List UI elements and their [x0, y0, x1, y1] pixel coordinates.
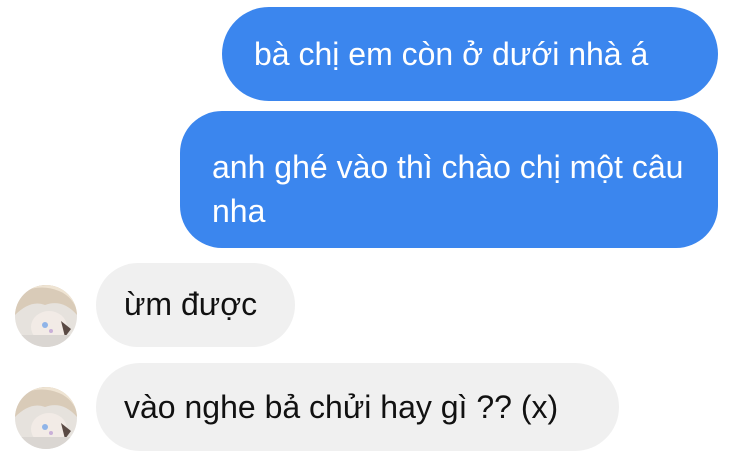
outgoing-message-bubble[interactable]: anh ghé vào thì chào chị một câu nha: [180, 111, 718, 248]
avatar-image: [15, 387, 77, 449]
outgoing-message-bubble[interactable]: bà chị em còn ở dưới nhà á: [222, 7, 718, 101]
incoming-message-bubble[interactable]: vào nghe bả chửi hay gì ?? (x): [96, 363, 619, 451]
contact-avatar[interactable]: [15, 387, 77, 449]
chat-thread: bà chị em còn ở dưới nhà á anh ghé vào t…: [0, 0, 750, 470]
avatar-image: [15, 285, 77, 347]
incoming-message-bubble[interactable]: ừm được: [96, 263, 295, 347]
contact-avatar[interactable]: [15, 285, 77, 347]
